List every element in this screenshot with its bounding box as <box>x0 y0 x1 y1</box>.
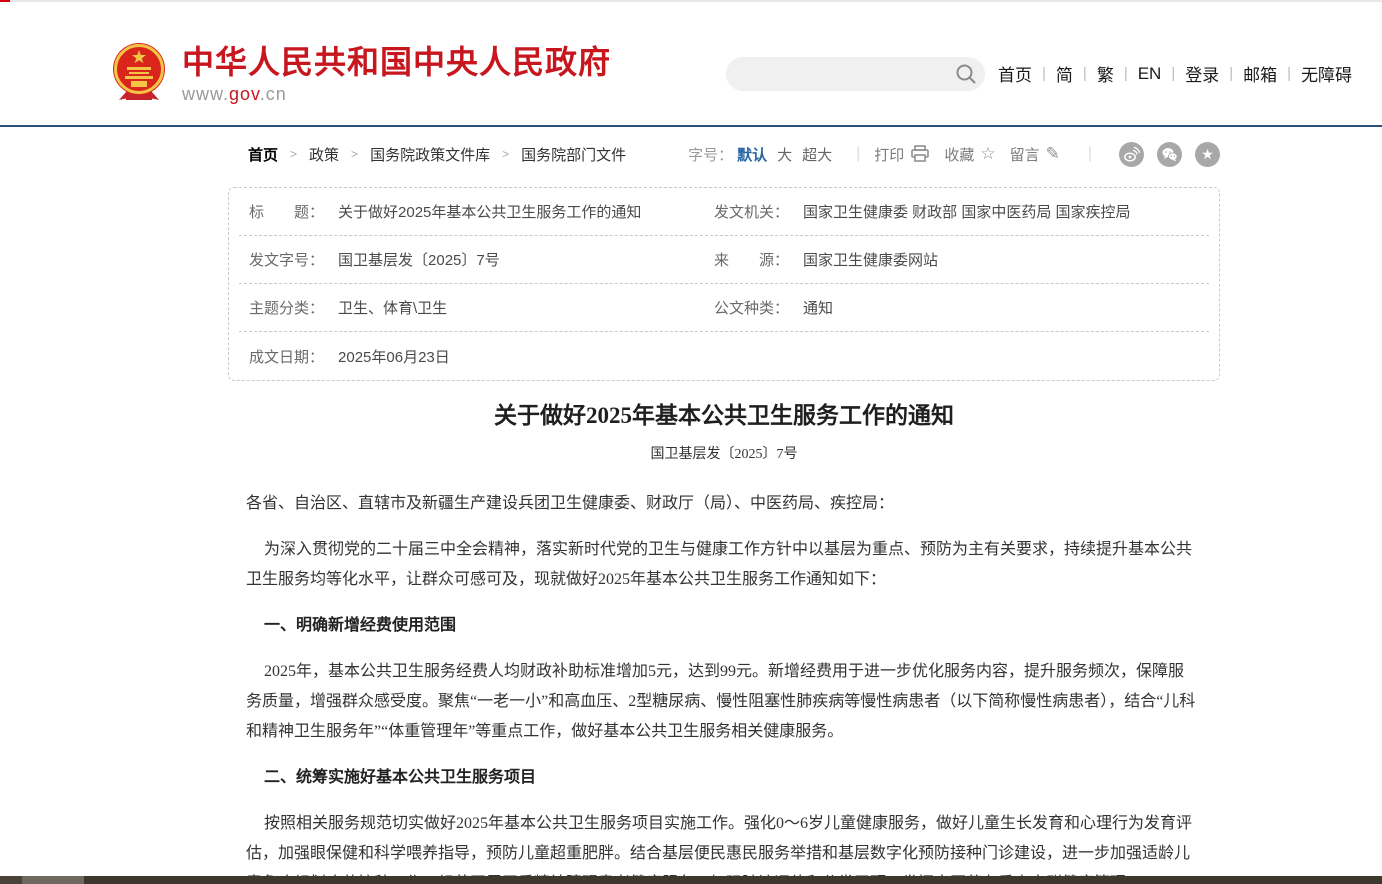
print-button[interactable]: 打印 <box>874 144 930 165</box>
national-emblem-icon <box>112 42 166 104</box>
document-article: 关于做好2025年基本公共卫生服务工作的通知 国卫基层发〔2025〕7号 各省、… <box>228 401 1220 884</box>
nav-english[interactable]: EN <box>1138 64 1162 84</box>
meta-source-value: 国家卫生健康委网站 <box>803 249 938 270</box>
nav-login[interactable]: 登录 <box>1185 61 1219 86</box>
nav-simplified[interactable]: 简 <box>1056 61 1073 86</box>
meta-doc-number-label: 发文字号： <box>249 249 324 270</box>
top-nav: 首页 | 简 | 繁 | EN | 登录 | 邮箱 | 无障碍 <box>998 61 1352 86</box>
footer-bar-segment <box>22 876 84 884</box>
meta-source-label: 来 源： <box>714 249 789 270</box>
nav-separator: | <box>1124 65 1128 82</box>
nav-mail[interactable]: 邮箱 <box>1243 61 1277 86</box>
search-input[interactable] <box>726 59 955 89</box>
site-logo[interactable]: 中华人民共和国中央人民政府 www.gov.cn <box>112 42 611 105</box>
breadcrumb-policy-library[interactable]: 国务院政策文件库 <box>370 144 490 165</box>
search-icon[interactable] <box>955 63 977 85</box>
toolbar-separator: | <box>1088 145 1092 163</box>
meta-issuing-agency-label: 发文机关： <box>714 201 789 222</box>
meta-title-label: 标 题： <box>249 201 324 222</box>
nav-separator: | <box>1083 65 1087 82</box>
section-2-heading: 二、统筹实施好基本公共卫生服务项目 <box>246 763 1198 793</box>
breadcrumb-separator: > <box>290 147 297 161</box>
font-size-large-button[interactable]: 大 <box>777 144 792 165</box>
meta-date-label: 成文日期： <box>249 346 324 367</box>
pencil-icon: ✎ <box>1046 144 1060 164</box>
nav-home[interactable]: 首页 <box>998 61 1032 86</box>
breadcrumb-department-documents: 国务院部门文件 <box>521 144 626 165</box>
printer-icon <box>910 145 930 163</box>
document-title: 关于做好2025年基本公共卫生服务工作的通知 <box>228 401 1220 431</box>
meta-doc-type-value: 通知 <box>803 297 833 318</box>
meta-row: 发文字号： 国卫基层发〔2025〕7号 来 源： 国家卫生健康委网站 <box>239 236 1209 284</box>
wechat-icon[interactable] <box>1157 142 1182 167</box>
breadcrumb: 首页 > 政策 > 国务院政策文件库 > 国务院部门文件 <box>248 144 626 165</box>
meta-doc-type-label: 公文种类： <box>714 297 789 318</box>
meta-row: 主题分类： 卫生、体育\卫生 公文种类： 通知 <box>239 284 1209 332</box>
site-title: 中华人民共和国中央人民政府 <box>182 44 611 80</box>
nav-traditional[interactable]: 繁 <box>1097 61 1114 86</box>
nav-accessibility[interactable]: 无障碍 <box>1301 61 1352 86</box>
meta-row: 成文日期： 2025年06月23日 <box>239 332 1209 380</box>
section-1-paragraph: 2025年，基本公共卫生服务经费人均财政补助标准增加5元，达到99元。新增经费用… <box>246 657 1198 747</box>
site-url-www: www. <box>182 84 229 104</box>
favorite-label: 收藏 <box>944 144 974 165</box>
nav-separator: | <box>1171 65 1175 82</box>
main-content: 首页 > 政策 > 国务院政策文件库 > 国务院部门文件 字号： 默认 大 超大… <box>228 127 1220 884</box>
weibo-icon[interactable] <box>1119 142 1144 167</box>
star-outline-icon: ☆ <box>980 144 995 164</box>
document-body: 各省、自治区、直辖市及新疆生产建设兵团卫生健康委、财政厅（局）、中医药局、疾控局… <box>228 489 1220 884</box>
font-size-xlarge-button[interactable]: 超大 <box>802 144 832 165</box>
section-1-heading: 一、明确新增经费使用范围 <box>246 611 1198 641</box>
meta-topic-category-label: 主题分类： <box>249 297 324 318</box>
site-url-cn: .cn <box>260 84 287 104</box>
footer-bar-segment <box>0 876 22 884</box>
salutation-paragraph: 各省、自治区、直辖市及新疆生产建设兵团卫生健康委、财政厅（局）、中医药局、疾控局… <box>246 489 1198 519</box>
nav-separator: | <box>1229 65 1233 82</box>
qzone-star-icon[interactable]: ★ <box>1195 142 1220 167</box>
site-url: www.gov.cn <box>182 84 611 105</box>
meta-row: 标 题： 关于做好2025年基本公共卫生服务工作的通知 发文机关： 国家卫生健康… <box>239 188 1209 236</box>
toolbar: 字号： 默认 大 超大 | 打印 收藏 ☆ 留言 ✎ | <box>688 142 1220 167</box>
breadcrumb-home[interactable]: 首页 <box>248 144 278 165</box>
font-size-default-button[interactable]: 默认 <box>737 144 767 165</box>
site-url-gov: gov <box>229 84 260 104</box>
breadcrumb-separator: > <box>502 147 509 161</box>
meta-topic-category-value: 卫生、体育\卫生 <box>338 297 447 318</box>
comment-button[interactable]: 留言 ✎ <box>1010 144 1060 165</box>
nav-separator: | <box>1042 65 1046 82</box>
intro-paragraph: 为深入贯彻党的二十届三中全会精神，落实新时代党的卫生与健康工作方针中以基层为重点… <box>246 535 1198 595</box>
meta-title-value: 关于做好2025年基本公共卫生服务工作的通知 <box>338 201 641 222</box>
breadcrumb-separator: > <box>351 147 358 161</box>
meta-date-value: 2025年06月23日 <box>338 346 450 367</box>
footer-bar <box>0 876 1382 884</box>
meta-doc-number-value: 国卫基层发〔2025〕7号 <box>338 249 500 270</box>
print-label: 打印 <box>874 144 904 165</box>
nav-separator: | <box>1287 65 1291 82</box>
section-2-paragraph: 按照相关服务规范切实做好2025年基本公共卫生服务项目实施工作。强化0～6岁儿童… <box>246 809 1198 884</box>
comment-label: 留言 <box>1010 144 1040 165</box>
document-meta-table: 标 题： 关于做好2025年基本公共卫生服务工作的通知 发文机关： 国家卫生健康… <box>228 187 1220 381</box>
favorite-button[interactable]: 收藏 ☆ <box>944 144 995 165</box>
breadcrumb-policy[interactable]: 政策 <box>309 144 339 165</box>
font-size-label: 字号： <box>688 144 733 165</box>
toolbar-separator: | <box>856 145 860 163</box>
search-box[interactable] <box>726 57 985 91</box>
site-header: 中华人民共和国中央人民政府 www.gov.cn 首页 | 简 | 繁 | EN… <box>0 2 1382 125</box>
document-number: 国卫基层发〔2025〕7号 <box>228 443 1220 463</box>
meta-issuing-agency-value: 国家卫生健康委 财政部 国家中医药局 国家疾控局 <box>803 201 1131 222</box>
